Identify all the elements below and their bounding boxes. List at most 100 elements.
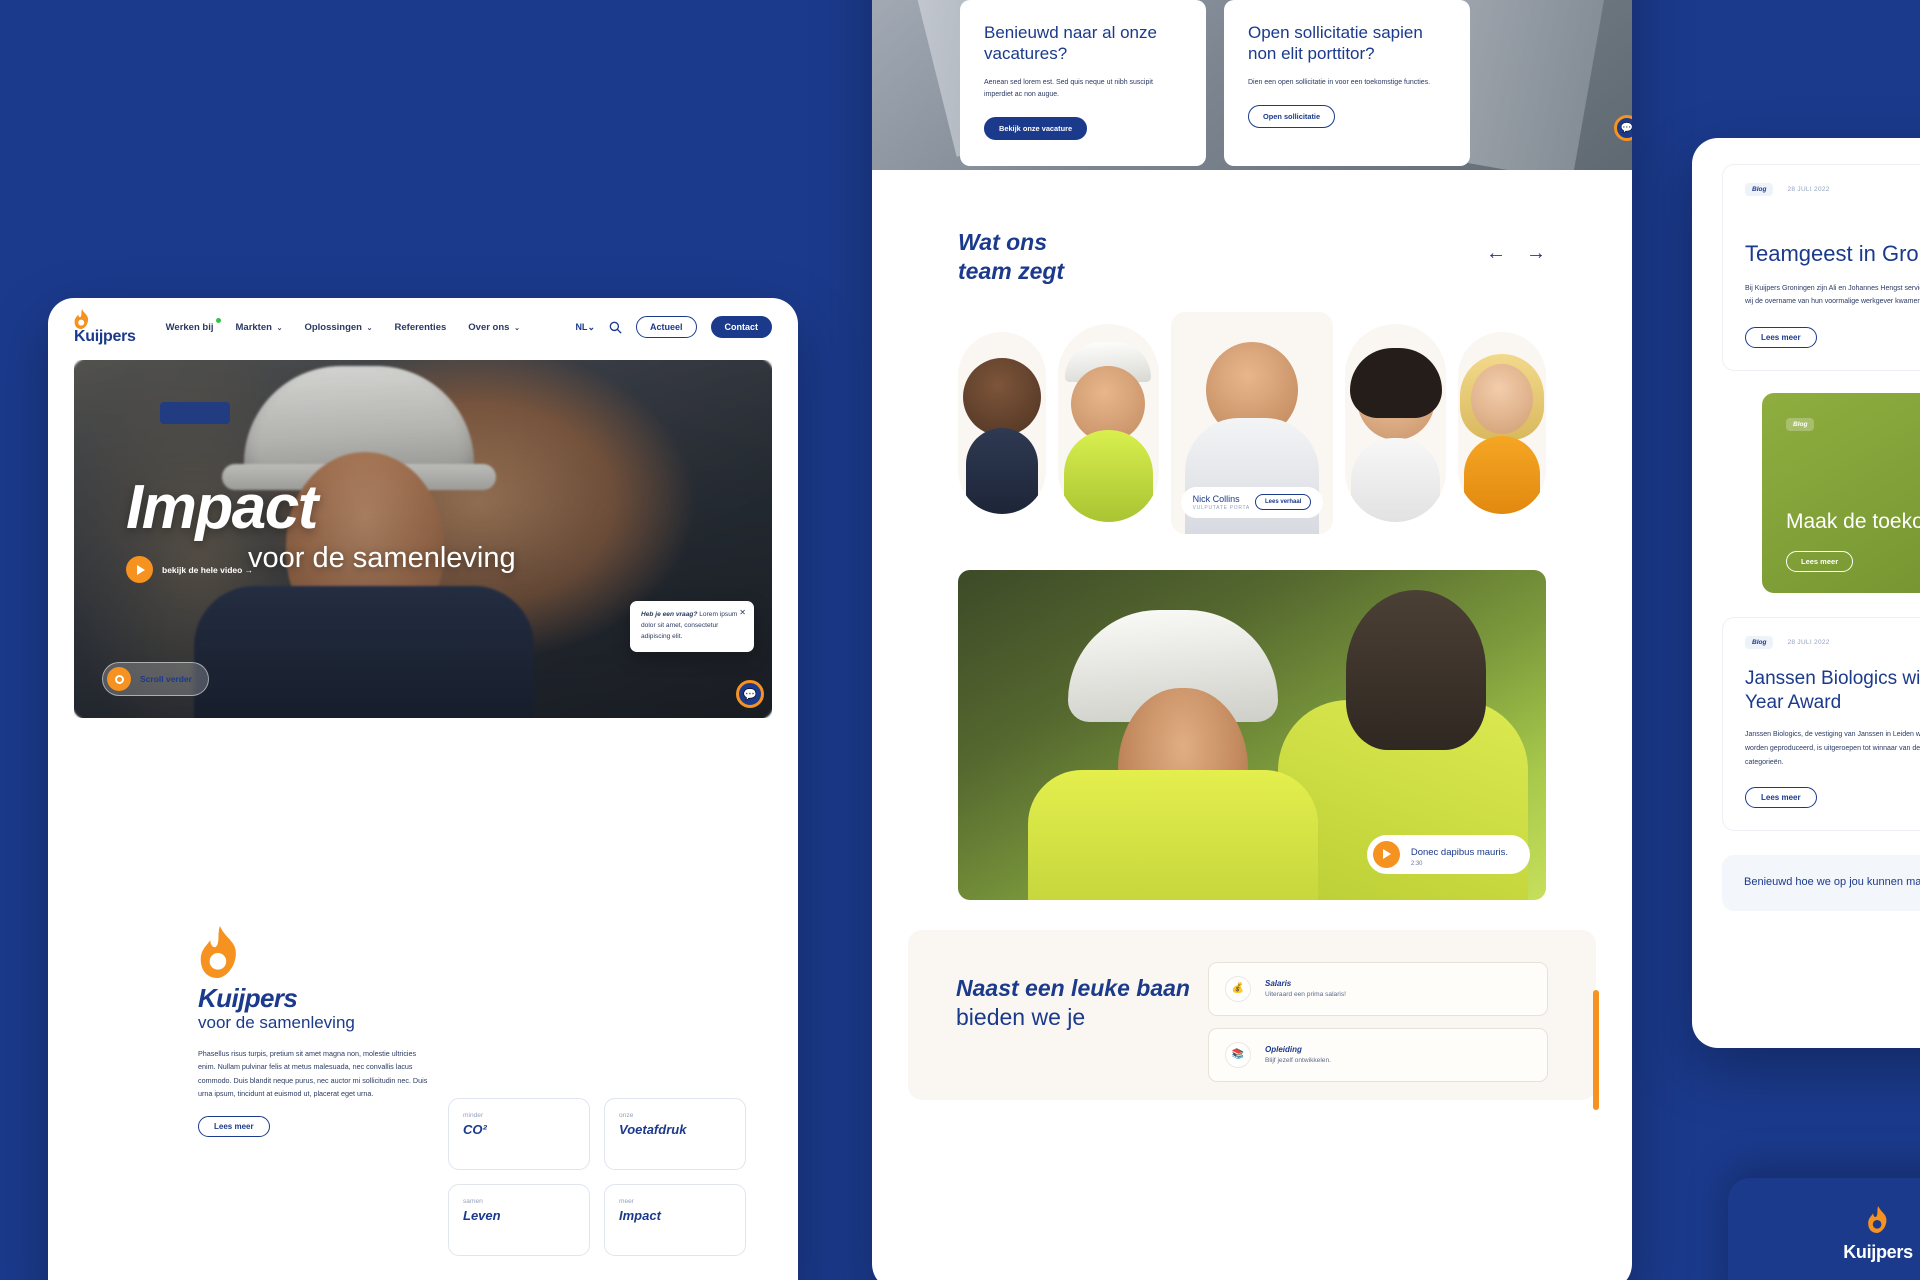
team-heading-line1: Wat ons [958,229,1048,255]
kpi-card[interactable]: onze Voetafdruk [604,1098,746,1170]
team-member-identity: Nick Collins VULPUTATE PORTA [1193,494,1250,511]
arrow-right-icon[interactable]: → [1526,242,1546,265]
right-panel-cta-text: Benieuwd hoe we op jou kunnen maken? [1744,876,1920,889]
actueel-button[interactable]: Actueel [635,316,697,338]
avatar [963,357,1042,436]
open-sollicitatie-button[interactable]: Open sollicitatie [1248,104,1336,128]
blog-card-teamgeest[interactable]: Blog 28 JULI 2022 Teamgeest in Groningen… [1722,164,1920,371]
team-member-card[interactable] [1058,323,1159,522]
team-member-name: Nick Collins [1192,493,1240,504]
team-carousel[interactable]: Nick Collins VULPUTATE PORTA Lees verhaa… [958,311,1546,534]
flame-icon [1868,1206,1887,1233]
nav-item-referenties[interactable]: Referenties [395,322,447,333]
logo[interactable]: Kuijpers [74,309,136,345]
lees-meer-button[interactable]: Lees meer [1786,551,1854,573]
language-switcher[interactable]: NL⌄ [575,322,595,333]
team-testimonials-section: Wat ons team zegt ← → Nick Collins VULPU… [872,170,1632,534]
benefits-heading-rest: bieden we je [956,1004,1086,1031]
hero-play-label: bekijk de hele video → [162,564,254,575]
contact-button[interactable]: Contact [710,316,772,338]
blog-badge: Blog [1786,417,1815,431]
nav-item-markten[interactable]: Markten ⌄ [236,322,283,333]
flame-icon [200,926,236,978]
benefit-item[interactable]: 📚 Opleiding Blijf jezelf ontwikkelen. [1208,1027,1548,1082]
team-video-block[interactable]: Donec dapibus mauris. 2:30 [958,569,1546,900]
arrow-left-icon[interactable]: ← [1486,242,1506,265]
benefit-desc: Blijf jezelf ontwikkelen. [1265,1057,1331,1064]
lees-meer-button[interactable]: Lees meer [198,1116,270,1138]
careers-cta-cards: Benieuwd naar al onze vacatures? Aenean … [960,0,1470,166]
chat-tooltip: ✕ Heb je een vraag? Lorem ipsum dolor si… [630,601,754,652]
hero-subtitle: voor de samenleving [248,542,516,574]
chevron-down-icon: ⌄ [587,321,595,332]
kpi-value: Impact [619,1208,661,1223]
blog-badge: Blog [1745,183,1774,196]
team-member-card[interactable] [958,331,1047,514]
bekijk-vacature-button[interactable]: Bekijk onze vacature [984,117,1088,140]
brand-name: Kuijpers [198,983,298,1013]
nav-label: Over ons [468,321,510,333]
open-application-cta-card[interactable]: Open sollicitatie sapien non elit portti… [1224,0,1470,166]
close-icon[interactable]: ✕ [739,608,746,617]
benefit-title: Salaris [1265,979,1292,988]
coins-icon: 💰 [1225,975,1251,1002]
benefits-section: Naast een leuke baan bieden we je 💰 Sala… [908,929,1599,1110]
right-panel-cta[interactable]: Benieuwd hoe we op jou kunnen maken? [1722,855,1920,912]
benefit-desc: Uiteraard een prima salaris! [1265,991,1346,998]
avatar-body [1463,435,1540,514]
blog-excerpt: Janssen Biologics, de vestiging van Jans… [1745,731,1920,766]
play-icon [1372,840,1400,868]
lees-meer-button[interactable]: Lees meer [1745,326,1817,348]
footer-logo[interactable]: Kuijpers [1843,1206,1913,1263]
scroll-icon [107,667,131,691]
benefit-item[interactable]: 💰 Salaris Uiteraard een prima salaris! [1208,961,1548,1016]
right-page-mockup: Blog 28 JULI 2022 Teamgeest in Groningen… [1692,138,1920,1048]
logo-text: Kuijpers [74,328,136,345]
lees-verhaal-button[interactable]: Lees verhaal [1255,494,1312,510]
search-icon[interactable] [609,321,622,334]
hero-play-video[interactable]: bekijk de hele video → [126,556,253,583]
new-badge-dot [215,317,221,323]
nav-actions: NL⌄ Actueel Contact [575,316,772,338]
hero-video-banner[interactable]: Impact voor de samenleving bekijk de hel… [74,360,772,718]
language-label: NL [575,321,588,332]
kpi-card[interactable]: samen Leven [448,1184,590,1256]
benefits-heading-strong1: Naast een leuke [956,974,1130,1001]
team-heading: Wat ons team zegt [958,228,1064,286]
chat-tooltip-strong: Heb je een vraag? [641,611,698,619]
chat-icon[interactable]: 💬 [736,680,764,708]
green-feature-card[interactable]: Blog Maak de toekomst Lees meer [1762,392,1920,593]
scroll-label: Scroll verder [140,674,192,684]
team-heading-line2: team zegt [958,257,1065,284]
team-section-header: Wat ons team zegt ← → [958,228,1546,286]
lees-meer-button[interactable]: Lees meer [1745,787,1817,809]
nav-links: Werken bij Markten ⌄ Oplossingen ⌄ Refer… [165,317,520,333]
kpi-card[interactable]: minder CO² [448,1098,590,1170]
blog-card-janssen[interactable]: Blog 28 JULI 2022 Janssen Biologics wint… [1722,616,1920,832]
team-member-card[interactable] [1345,323,1446,522]
nav-item-oplossingen[interactable]: Oplossingen ⌄ [304,322,372,333]
avatar-body [1064,429,1153,522]
team-member-namebar: Nick Collins VULPUTATE PORTA Lees verhaa… [1180,486,1324,518]
video-title: Donec dapibus mauris. [1410,846,1508,858]
team-member-card[interactable] [1457,331,1546,514]
blog-title: Teamgeest in Groningen [1745,241,1920,266]
vacancy-cta-card[interactable]: Benieuwd naar al onze vacatures? Aenean … [960,0,1206,166]
worker-back-head [1346,589,1486,750]
play-icon [126,556,153,583]
avatar [1470,363,1533,434]
nav-label: Markten [235,321,272,333]
team-member-card-featured[interactable]: Nick Collins VULPUTATE PORTA Lees verhaa… [1170,311,1334,534]
right-panel-content: Blog 28 JULI 2022 Teamgeest in Groningen… [1692,138,1920,912]
scroll-further-button[interactable]: Scroll verder [102,662,209,696]
vacancy-cta-body: Aenean sed lorem est. Sed quis neque ut … [984,78,1153,98]
nav-item-over-ons[interactable]: Over ons ⌄ [468,322,520,333]
kpi-card[interactable]: meer Impact [604,1184,746,1256]
nav-label: Werken bij [165,321,214,333]
benefits-list: 💰 Salaris Uiteraard een prima salaris! 📚… [1208,961,1548,1082]
blog-title: Janssen Biologics wint Facility of the Y… [1745,667,1920,713]
kpi-value: Leven [463,1208,501,1223]
video-play-pill[interactable]: Donec dapibus mauris. 2:30 [1366,834,1530,874]
carousel-controls: ← → [1486,242,1546,265]
nav-item-werken-bij[interactable]: Werken bij [165,317,221,333]
